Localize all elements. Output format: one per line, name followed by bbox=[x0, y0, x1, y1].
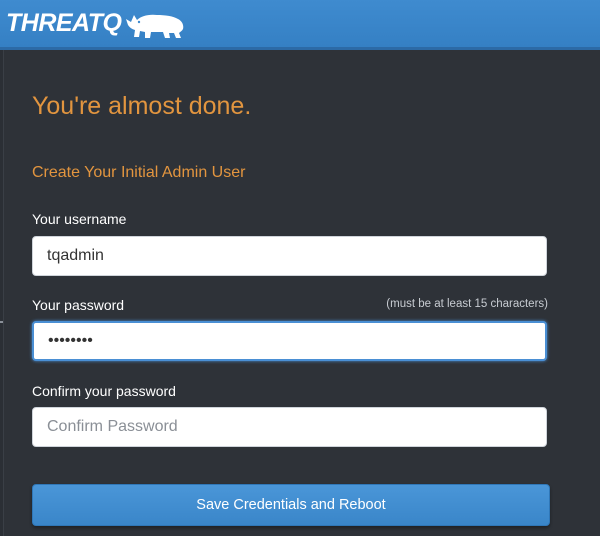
confirm-password-label: Confirm your password bbox=[32, 383, 176, 399]
top-header-bar: THREATQ bbox=[0, 0, 600, 47]
setup-panel bbox=[3, 50, 600, 536]
panel-edge-marker bbox=[0, 321, 3, 323]
password-label: Your password bbox=[32, 297, 125, 313]
save-and-reboot-button[interactable]: Save Credentials and Reboot bbox=[32, 484, 550, 526]
username-input[interactable] bbox=[32, 236, 547, 276]
password-hint: (must be at least 15 characters) bbox=[386, 298, 548, 310]
brand-name: THREATQ bbox=[6, 8, 122, 37]
form-subtitle: Create Your Initial Admin User bbox=[32, 164, 246, 181]
page-title: You're almost done. bbox=[32, 92, 252, 120]
threatq-logo[interactable]: THREATQ bbox=[6, 3, 187, 43]
rhino-icon bbox=[126, 14, 184, 38]
confirm-password-input[interactable] bbox=[32, 407, 547, 447]
password-input[interactable] bbox=[32, 321, 547, 361]
username-label: Your username bbox=[32, 211, 127, 227]
